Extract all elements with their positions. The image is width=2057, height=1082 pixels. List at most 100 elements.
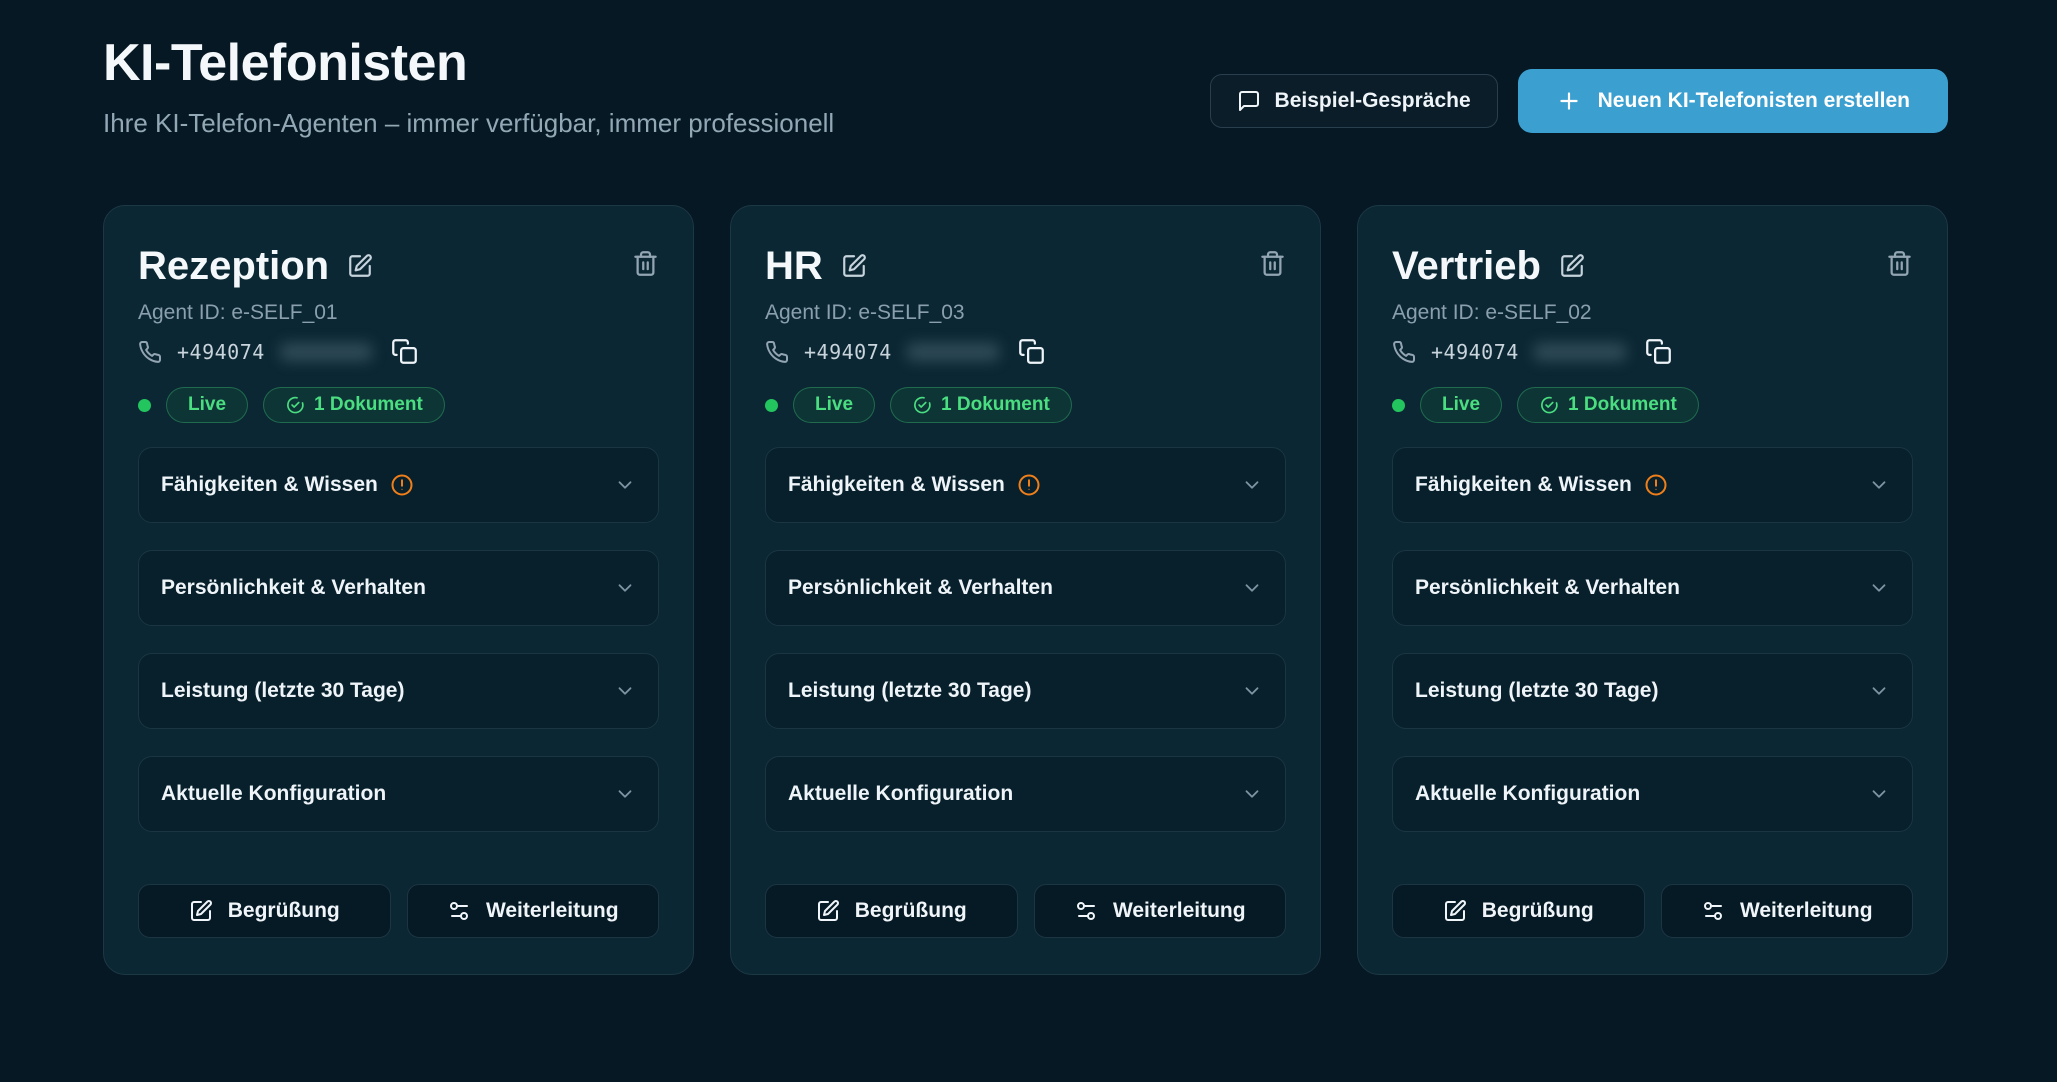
edit-name-button[interactable] bbox=[841, 253, 867, 279]
sections: Fähigkeiten & Wissen Persönlichkeit & Ve… bbox=[765, 447, 1286, 832]
examples-button[interactable]: Beispiel-Gespräche bbox=[1210, 74, 1498, 128]
greeting-button[interactable]: Begrüßung bbox=[1392, 884, 1645, 938]
section-row[interactable]: Fähigkeiten & Wissen bbox=[138, 447, 659, 523]
greeting-button-label: Begrüßung bbox=[855, 899, 967, 923]
forwarding-button-label: Weiterleitung bbox=[486, 899, 619, 923]
sliders-icon bbox=[1074, 899, 1098, 923]
documents-badge-label: 1 Dokument bbox=[941, 394, 1050, 416]
create-agent-button-label: Neuen KI-Telefonisten erstellen bbox=[1598, 89, 1910, 113]
agent-card: HR Agent ID: e-SELF_03 +494074 bbox=[730, 205, 1321, 975]
square-pen-icon bbox=[347, 253, 373, 279]
trash-icon bbox=[1886, 250, 1913, 277]
phone-row: +494074 bbox=[765, 338, 1286, 365]
card-head: Vertrieb bbox=[1392, 244, 1913, 288]
section-row[interactable]: Leistung (letzte 30 Tage) bbox=[765, 653, 1286, 729]
header-actions: Beispiel-Gespräche Neuen KI-Telefonisten… bbox=[1210, 68, 1948, 134]
copy-icon bbox=[1645, 338, 1672, 365]
section-row[interactable]: Aktuelle Konfiguration bbox=[138, 756, 659, 832]
chevron-down-icon bbox=[1241, 474, 1263, 496]
title-wrap: HR bbox=[765, 244, 867, 288]
section-row[interactable]: Leistung (letzte 30 Tage) bbox=[1392, 653, 1913, 729]
phone-row: +494074 bbox=[1392, 338, 1913, 365]
documents-badge-label: 1 Dokument bbox=[314, 394, 423, 416]
delete-agent-button[interactable] bbox=[1259, 250, 1286, 277]
chevron-down-icon bbox=[1868, 474, 1890, 496]
phone-row: +494074 bbox=[138, 338, 659, 365]
sliders-icon bbox=[1701, 899, 1725, 923]
chevron-down-icon bbox=[1241, 783, 1263, 805]
chevron-down-icon bbox=[614, 680, 636, 702]
trash-icon bbox=[632, 250, 659, 277]
section-row[interactable]: Leistung (letzte 30 Tage) bbox=[138, 653, 659, 729]
copy-phone-button[interactable] bbox=[1018, 338, 1045, 365]
section-label: Leistung (letzte 30 Tage) bbox=[1415, 679, 1658, 703]
square-pen-icon bbox=[189, 899, 213, 923]
agent-name: Vertrieb bbox=[1392, 244, 1541, 288]
phone-number-redacted bbox=[280, 343, 372, 361]
section-row[interactable]: Aktuelle Konfiguration bbox=[765, 756, 1286, 832]
card-actions: Begrüßung Weiterleitung bbox=[765, 884, 1286, 938]
section-label: Leistung (letzte 30 Tage) bbox=[161, 679, 404, 703]
section-label: Persönlichkeit & Verhalten bbox=[788, 576, 1053, 600]
section-label: Persönlichkeit & Verhalten bbox=[1415, 576, 1680, 600]
badges-row: Live 1 Dokument bbox=[1392, 387, 1913, 423]
greeting-button[interactable]: Begrüßung bbox=[765, 884, 1018, 938]
section-label: Leistung (letzte 30 Tage) bbox=[788, 679, 1031, 703]
chevron-down-icon bbox=[614, 474, 636, 496]
chevron-down-icon bbox=[1868, 680, 1890, 702]
message-square-icon bbox=[1237, 89, 1261, 113]
phone-icon bbox=[765, 340, 789, 364]
chevron-down-icon bbox=[1868, 783, 1890, 805]
section-row[interactable]: Persönlichkeit & Verhalten bbox=[138, 550, 659, 626]
agent-id: Agent ID: e-SELF_02 bbox=[1392, 301, 1913, 325]
sections: Fähigkeiten & Wissen Persönlichkeit & Ve… bbox=[1392, 447, 1913, 832]
page-title: KI-Telefonisten bbox=[103, 34, 834, 94]
check-circle-icon bbox=[285, 395, 305, 415]
copy-icon bbox=[1018, 338, 1045, 365]
section-label: Fähigkeiten & Wissen bbox=[788, 473, 1005, 497]
phone-number: +494074 bbox=[177, 340, 265, 364]
live-badge: Live bbox=[793, 387, 875, 423]
section-label: Persönlichkeit & Verhalten bbox=[161, 576, 426, 600]
page-header: KI-Telefonisten Ihre KI-Telefon-Agenten … bbox=[103, 34, 834, 139]
edit-name-button[interactable] bbox=[347, 253, 373, 279]
phone-icon bbox=[1392, 340, 1416, 364]
phone-number-redacted bbox=[1534, 343, 1626, 361]
forwarding-button-label: Weiterleitung bbox=[1113, 899, 1246, 923]
greeting-button-label: Begrüßung bbox=[228, 899, 340, 923]
delete-agent-button[interactable] bbox=[1886, 250, 1913, 277]
live-status-dot bbox=[765, 399, 778, 412]
greeting-button[interactable]: Begrüßung bbox=[138, 884, 391, 938]
copy-phone-button[interactable] bbox=[1645, 338, 1672, 365]
agent-id: Agent ID: e-SELF_01 bbox=[138, 301, 659, 325]
live-status-dot bbox=[138, 399, 151, 412]
examples-button-label: Beispiel-Gespräche bbox=[1275, 89, 1471, 113]
greeting-button-label: Begrüßung bbox=[1482, 899, 1594, 923]
edit-name-button[interactable] bbox=[1559, 253, 1585, 279]
forwarding-button[interactable]: Weiterleitung bbox=[1661, 884, 1914, 938]
documents-badge: 1 Dokument bbox=[890, 387, 1072, 423]
sections: Fähigkeiten & Wissen Persönlichkeit & Ve… bbox=[138, 447, 659, 832]
section-row[interactable]: Aktuelle Konfiguration bbox=[1392, 756, 1913, 832]
alert-circle-icon bbox=[1017, 473, 1041, 497]
live-badge-label: Live bbox=[815, 394, 853, 416]
phone-number: +494074 bbox=[1431, 340, 1519, 364]
forwarding-button[interactable]: Weiterleitung bbox=[407, 884, 660, 938]
section-row[interactable]: Persönlichkeit & Verhalten bbox=[1392, 550, 1913, 626]
card-head: Rezeption bbox=[138, 244, 659, 288]
forwarding-button[interactable]: Weiterleitung bbox=[1034, 884, 1287, 938]
section-label: Aktuelle Konfiguration bbox=[1415, 782, 1640, 806]
section-row[interactable]: Persönlichkeit & Verhalten bbox=[765, 550, 1286, 626]
section-row[interactable]: Fähigkeiten & Wissen bbox=[1392, 447, 1913, 523]
agent-card: Rezeption Agent ID: e-SELF_01 +494074 bbox=[103, 205, 694, 975]
chevron-down-icon bbox=[1241, 577, 1263, 599]
check-circle-icon bbox=[1539, 395, 1559, 415]
sliders-icon bbox=[447, 899, 471, 923]
section-label: Aktuelle Konfiguration bbox=[161, 782, 386, 806]
delete-agent-button[interactable] bbox=[632, 250, 659, 277]
card-actions: Begrüßung Weiterleitung bbox=[138, 884, 659, 938]
create-agent-button[interactable]: Neuen KI-Telefonisten erstellen bbox=[1518, 69, 1948, 133]
copy-phone-button[interactable] bbox=[391, 338, 418, 365]
section-row[interactable]: Fähigkeiten & Wissen bbox=[765, 447, 1286, 523]
live-badge-label: Live bbox=[1442, 394, 1480, 416]
